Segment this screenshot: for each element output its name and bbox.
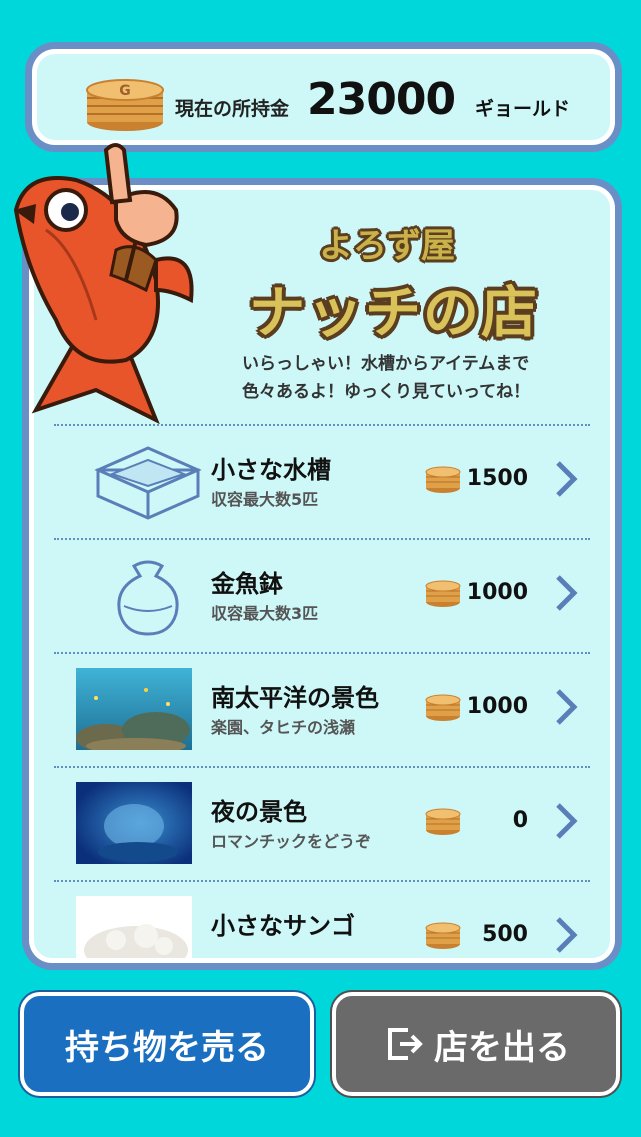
exit-shop-button[interactable]: 店を出る — [332, 992, 620, 1096]
coral-photo — [76, 896, 192, 958]
list-item[interactable]: 小さなサンゴ 500 — [54, 880, 590, 958]
item-price: 1000 — [466, 694, 528, 719]
item-price: 0 — [512, 808, 528, 833]
exit-icon — [388, 1028, 423, 1060]
item-price: 1000 — [466, 580, 528, 605]
item-name: 金魚鉢 — [211, 570, 283, 598]
greeting-text: いらっしゃい！水槽からアイテムまで 色々あるよ！ゆっくり見ていってね！ — [242, 354, 531, 402]
list-item[interactable]: 金魚鉢 収容最大数3匹 1000 — [54, 538, 590, 652]
item-name: 小さな水槽 — [211, 456, 331, 484]
money-amount: 23000 — [307, 74, 456, 125]
svg-text:G: G — [119, 83, 131, 99]
coin-icon — [425, 694, 461, 721]
list-item[interactable]: 小さな水槽 収容最大数5匹 1500 — [54, 424, 590, 538]
item-desc: 収容最大数3匹 — [211, 604, 319, 623]
chevron-right-icon[interactable] — [554, 916, 578, 954]
night-sea-photo — [76, 782, 192, 864]
shop-title: ナッチの店 — [249, 281, 539, 346]
money-label: 現在の所持金 — [175, 98, 290, 120]
chevron-right-icon[interactable] — [554, 460, 578, 498]
item-name: 夜の景色 — [211, 798, 307, 826]
shop-subtitle: よろず屋 — [319, 226, 455, 266]
item-price: 500 — [482, 922, 528, 947]
item-desc: 収容最大数5匹 — [211, 490, 319, 509]
coin-icon — [425, 466, 461, 493]
item-list: 小さな水槽 収容最大数5匹 1500 金魚鉢 収容最大数3匹 1000 南太平洋… — [34, 424, 610, 958]
money-panel: G 現在の所持金 23000 ギョールド — [25, 42, 622, 152]
list-item[interactable]: 南太平洋の景色 楽園、タヒチの浅瀬 1000 — [54, 652, 590, 766]
item-desc: 楽園、タヒチの浅瀬 — [211, 718, 356, 737]
list-item[interactable]: 夜の景色 ロマンチックをどうぞ 0 — [54, 766, 590, 880]
chevron-right-icon[interactable] — [554, 688, 578, 726]
fishbowl-icon — [117, 560, 179, 636]
item-price: 1500 — [466, 466, 528, 491]
item-name: 南太平洋の景色 — [211, 684, 379, 712]
coral-reef-photo — [76, 668, 192, 750]
chevron-right-icon[interactable] — [554, 802, 578, 840]
item-name: 小さなサンゴ — [211, 912, 355, 940]
money-unit: ギョールド — [475, 98, 571, 120]
coin-icon — [425, 922, 461, 949]
chevron-right-icon[interactable] — [554, 574, 578, 612]
coin-icon — [425, 808, 461, 835]
coin-stack-icon: G — [86, 79, 164, 131]
fish-mascot-icon — [13, 143, 194, 425]
coin-icon — [425, 580, 461, 607]
item-desc: ロマンチックをどうぞ — [211, 832, 372, 851]
sell-items-button[interactable]: 持ち物を売る — [20, 992, 314, 1096]
tank-icon — [94, 446, 202, 520]
